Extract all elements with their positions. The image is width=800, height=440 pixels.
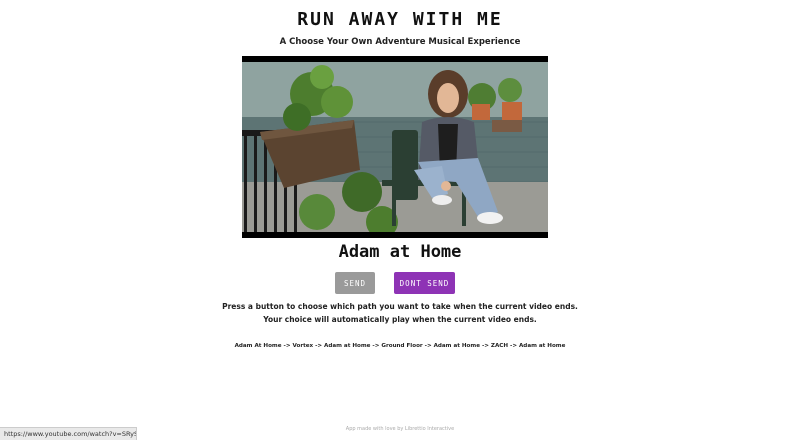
status-bar-url: https://www.youtube.com/watch?v=SRySxNf9…: [0, 427, 137, 440]
scene-title: Adam at Home: [338, 242, 462, 262]
instruction-line-2: Your choice will automatically play when…: [263, 315, 537, 324]
path-history: Adam At Home -> Vortex -> Adam at Home -…: [234, 343, 566, 349]
video-player[interactable]: [242, 56, 548, 238]
instruction-line-1: Press a button to choose which path you …: [222, 302, 578, 311]
page-subtitle: A Choose Your Own Adventure Musical Expe…: [279, 37, 521, 47]
send-button[interactable]: SEND: [335, 272, 375, 294]
video-frame: [242, 62, 548, 232]
dont-send-button[interactable]: DONT SEND: [394, 272, 455, 294]
page-title: RUN AWAY WITH ME: [297, 9, 503, 30]
